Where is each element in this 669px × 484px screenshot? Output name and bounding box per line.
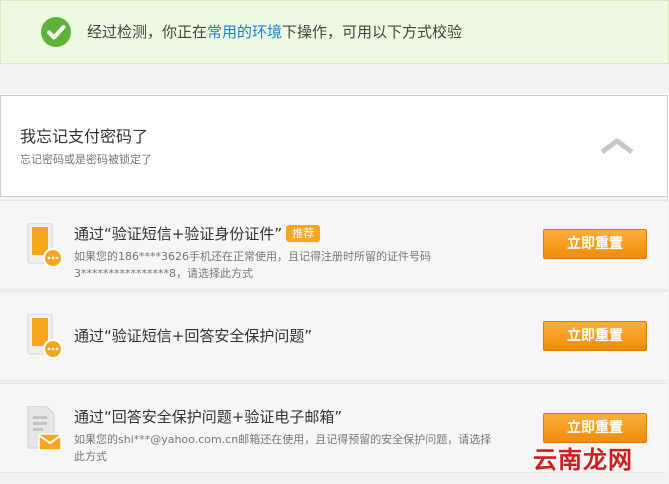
reset-now-button[interactable]: 立即重置 [543, 413, 647, 443]
option-description: 如果您的186****3626手机还在正常使用，且记得注册时所留的证件号码3**… [74, 250, 431, 280]
document-mail-icon [27, 406, 62, 451]
recommend-badge: 推荐 [286, 225, 321, 242]
option-sms-id: 通过“验证短信+验证身份证件” 推荐 如果您的186****3626手机还在正常使… [0, 200, 667, 290]
phone-sms-icon [27, 223, 63, 268]
banner-highlight: 常用的环境 [207, 23, 283, 41]
site-watermark: 云南龙网 [533, 446, 633, 474]
phone-sms-icon [27, 314, 63, 359]
option-description: 如果您的shi***@yahoo.com.cn邮箱还在使用，且记得预留的安全保护… [74, 433, 492, 463]
check-circle-icon [41, 17, 71, 47]
option-title: 通过“回答安全保护问题+验证电子邮箱” [74, 408, 343, 426]
option-title: 通过“验证短信+验证身份证件” 推荐 [74, 223, 321, 244]
option-sms-question: 通过“验证短信+回答安全保护问题” 立即重置 [0, 291, 667, 381]
forgot-password-panel[interactable]: 我忘记支付密码了 忘记密码或是密码被锁定了 [0, 95, 668, 197]
banner-message: 经过检测，你正在常用的环境下操作，可用以下方式校验 [87, 23, 463, 41]
forgot-subtitle: 忘记密码或是密码被锁定了 [20, 153, 152, 166]
chevron-up-icon[interactable] [600, 138, 634, 154]
reset-now-button[interactable]: 立即重置 [543, 229, 647, 259]
verification-banner: 经过检测，你正在常用的环境下操作，可用以下方式校验 [0, 0, 669, 64]
option-title: 通过“验证短信+回答安全保护问题” [74, 327, 313, 345]
section-gap [0, 64, 669, 94]
reset-now-button[interactable]: 立即重置 [543, 321, 647, 351]
forgot-title: 我忘记支付密码了 [20, 127, 149, 146]
